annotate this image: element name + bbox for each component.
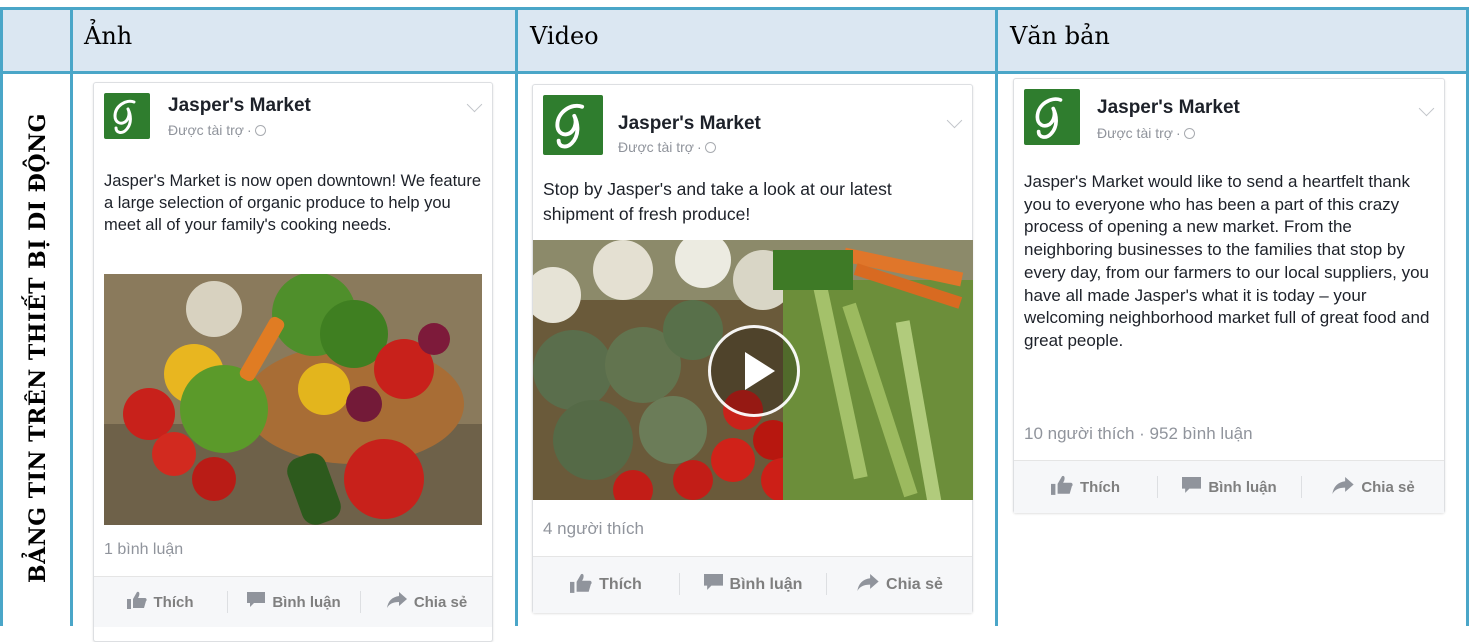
page-logo[interactable]: [1024, 89, 1080, 145]
page-name[interactable]: Jasper's Market: [168, 95, 311, 117]
column-title-video: Video: [530, 22, 599, 50]
chevron-down-icon[interactable]: [1418, 100, 1435, 117]
like-label: Thích: [1080, 478, 1120, 496]
column-title-photo: Ảnh: [84, 22, 133, 50]
post-body: Jasper's Market is now open downtown! We…: [104, 172, 482, 234]
post-header: Jasper's Market Được tài trợ ·: [104, 93, 483, 143]
comment-icon: [1182, 476, 1202, 498]
row-label-text: BẢNG TIN TRÊN THIẾT BỊ DI ĐỘNG: [25, 113, 51, 583]
comment-button[interactable]: Bình luận: [1158, 461, 1301, 513]
share-arrow-icon: [386, 592, 407, 612]
share-button[interactable]: Chia sẻ: [827, 557, 973, 613]
sponsored-label: Được tài trợ ·: [618, 139, 716, 155]
like-label: Thích: [153, 593, 194, 611]
page-logo[interactable]: [543, 95, 603, 155]
like-button[interactable]: Thích: [1014, 461, 1157, 513]
thumbs-up-icon: [126, 591, 147, 613]
thumbs-up-icon: [1051, 475, 1073, 499]
column-title-text: Văn bản: [1010, 22, 1110, 50]
like-button[interactable]: Thích: [533, 557, 679, 613]
action-bar: Thích Bình luận Chia sẻ: [533, 557, 972, 613]
share-button[interactable]: Chia sẻ: [1302, 461, 1445, 513]
sponsored-label: Được tài trợ ·: [1097, 125, 1195, 141]
ad-format-table: Ảnh Video Văn bản BẢNG TIN TRÊN THIẾT BỊ…: [0, 0, 1469, 642]
comment-label: Bình luận: [272, 593, 341, 611]
comment-label: Bình luận: [729, 576, 803, 593]
grid-line-3: [995, 9, 998, 626]
post-body: Stop by Jasper's and take a look at our …: [543, 179, 892, 224]
column-header-video: Video: [518, 9, 995, 72]
grid-line-header: [0, 71, 1469, 74]
like-label: Thích: [599, 576, 642, 593]
post-header: Jasper's Market Được tài trợ ·: [1024, 89, 1435, 145]
grid-line-left: [0, 9, 3, 626]
post-stats[interactable]: 1 bình luận: [104, 541, 183, 559]
share-label: Chia sẻ: [886, 576, 943, 593]
post-card-video: Jasper's Market Được tài trợ · Stop by Ja…: [532, 84, 973, 613]
chevron-down-icon[interactable]: [946, 112, 963, 129]
comment-button[interactable]: Bình luận: [680, 557, 826, 613]
share-label: Chia sẻ: [1361, 478, 1415, 496]
post-image-vegetables[interactable]: [104, 274, 482, 525]
comment-icon: [247, 592, 266, 612]
globe-icon: [1183, 128, 1195, 139]
page-name[interactable]: Jasper's Market: [618, 113, 761, 135]
comment-button[interactable]: Bình luận: [228, 577, 360, 627]
chevron-down-icon[interactable]: [466, 96, 483, 113]
page-name[interactable]: Jasper's Market: [1097, 97, 1240, 119]
column-header-photo: Ảnh: [72, 9, 515, 72]
play-icon[interactable]: [708, 325, 800, 417]
globe-icon: [704, 142, 716, 153]
comment-label: Bình luận: [1208, 478, 1277, 496]
post-stats[interactable]: 4 người thích: [543, 519, 644, 539]
share-arrow-icon: [857, 574, 879, 596]
action-bar: Thích Bình luận Chia sẻ: [94, 577, 492, 627]
sponsored-text: Được tài trợ: [168, 122, 244, 138]
grid-line-1: [70, 9, 73, 626]
sponsored-text: Được tài trợ: [1097, 125, 1173, 141]
action-bar: Thích Bình luận Chia sẻ: [1014, 461, 1444, 513]
post-body: Jasper's Market would like to send a hea…: [1024, 172, 1430, 350]
post-card-text: Jasper's Market Được tài trợ · Jasper's M…: [1013, 78, 1445, 513]
post-card-photo: Jasper's Market Được tài trợ · Jasper's M…: [93, 82, 493, 642]
like-button[interactable]: Thích: [94, 577, 226, 627]
globe-icon: [254, 125, 266, 136]
share-arrow-icon: [1332, 476, 1354, 498]
post-header: Jasper's Market Được tài trợ ·: [543, 95, 963, 155]
share-button[interactable]: Chia sẻ: [361, 577, 493, 627]
page-logo[interactable]: [104, 93, 150, 139]
post-stats[interactable]: 10 người thích · 952 bình luận: [1024, 424, 1253, 444]
sponsored-label: Được tài trợ ·: [168, 122, 266, 138]
grid-line-top: [0, 7, 1469, 10]
post-video[interactable]: [533, 240, 973, 500]
share-label: Chia sẻ: [413, 593, 468, 611]
thumbs-up-icon: [570, 573, 592, 598]
column-header-text: Văn bản: [998, 9, 1469, 72]
comment-icon: [703, 574, 723, 596]
grid-line-2: [515, 9, 518, 626]
sponsored-text: Được tài trợ: [618, 139, 694, 155]
